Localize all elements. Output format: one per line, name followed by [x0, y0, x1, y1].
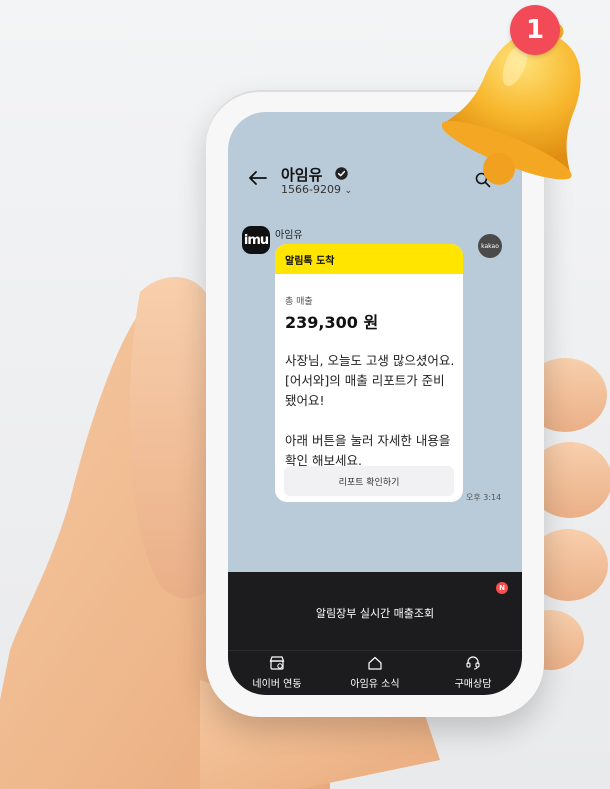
chat-phone-number[interactable]: 1566-9209 ⌄	[281, 183, 352, 196]
store-icon	[269, 656, 285, 670]
view-report-button[interactable]: 리포트 확인하기	[284, 466, 454, 496]
message-header: 알림톡 도착	[275, 244, 463, 274]
menu-title-button[interactable]: 알림장부 실시간 매출조회	[228, 605, 522, 621]
headset-icon	[466, 656, 480, 670]
chevron-down-icon: ⌄	[344, 186, 353, 196]
menu-item-label: 아임유 소식	[350, 679, 400, 690]
kakao-badge: kakao	[478, 234, 502, 258]
sender-name: 아임유	[275, 230, 303, 241]
phone-screen: 아임유 1566-9209 ⌄ imu 아임유 알림톡 도착 총 매출 239,…	[228, 112, 522, 695]
message-paragraph-1: 사장님, 오늘도 고생 많으셨어요. [어서와]의 매출 리포트가 준비 됐어요…	[285, 353, 455, 408]
notification-count-badge: 1	[510, 5, 560, 55]
menu-item-naver[interactable]: 네이버 연동	[228, 655, 326, 690]
verified-badge-icon	[335, 167, 348, 180]
menu-item-news[interactable]: 아임유 소식	[326, 655, 424, 690]
total-sales-label: 총 매출	[285, 297, 313, 307]
sender-avatar[interactable]: imu	[242, 226, 270, 254]
message-paragraph-2: 아래 버튼을 눌러 자세한 내용을 확인 해보세요.	[285, 433, 451, 468]
new-badge: N	[496, 582, 508, 594]
home-icon	[368, 656, 382, 670]
message-time: 오후 3:14	[466, 493, 502, 502]
phone-number-text: 1566-9209	[281, 183, 341, 196]
back-arrow-icon[interactable]	[248, 170, 268, 186]
chat-title: 아임유	[281, 166, 323, 184]
bottom-menu-panel: 알림장부 실시간 매출조회 N 네이버 연동 아임유 소식 구매상담	[228, 572, 522, 695]
total-sales-value: 239,300 원	[285, 313, 379, 332]
alimtalk-message-card: 알림톡 도착 총 매출 239,300 원 사장님, 오늘도 고생 많으셨어요.…	[275, 244, 463, 502]
menu-item-consult[interactable]: 구매상담	[424, 655, 522, 690]
menu-item-label: 구매상담	[454, 679, 492, 690]
menu-divider	[228, 650, 522, 651]
menu-item-label: 네이버 연동	[252, 679, 302, 690]
stage: 아임유 1566-9209 ⌄ imu 아임유 알림톡 도착 총 매출 239,…	[0, 0, 610, 789]
